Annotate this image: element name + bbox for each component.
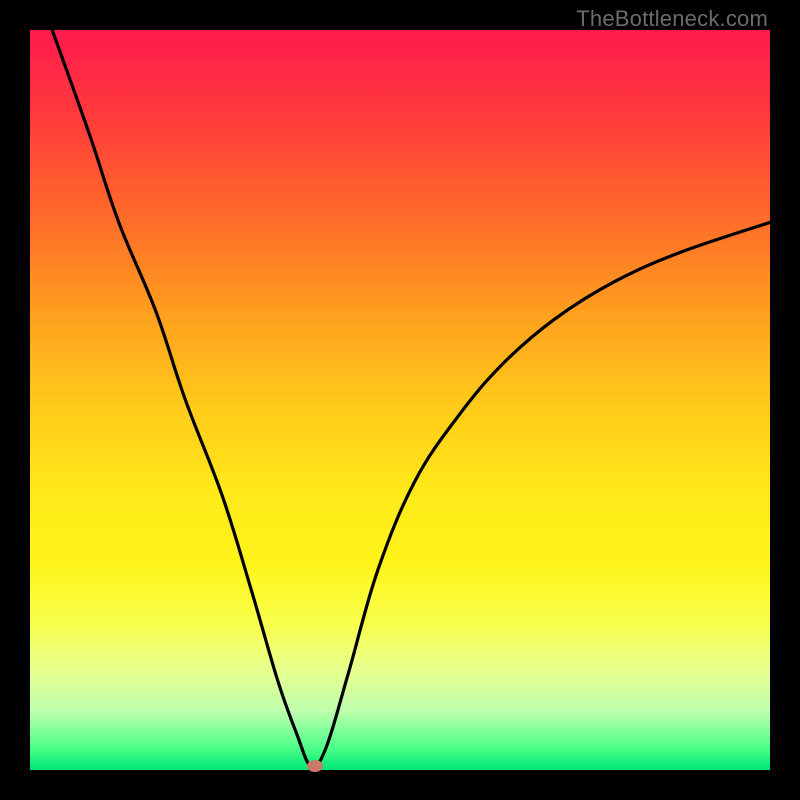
bottleneck-curve [52, 30, 770, 767]
curve-svg [30, 30, 770, 770]
watermark-text: TheBottleneck.com [576, 6, 768, 32]
chart-frame: TheBottleneck.com [0, 0, 800, 800]
optimum-marker [307, 760, 323, 772]
plot-area [30, 30, 770, 770]
